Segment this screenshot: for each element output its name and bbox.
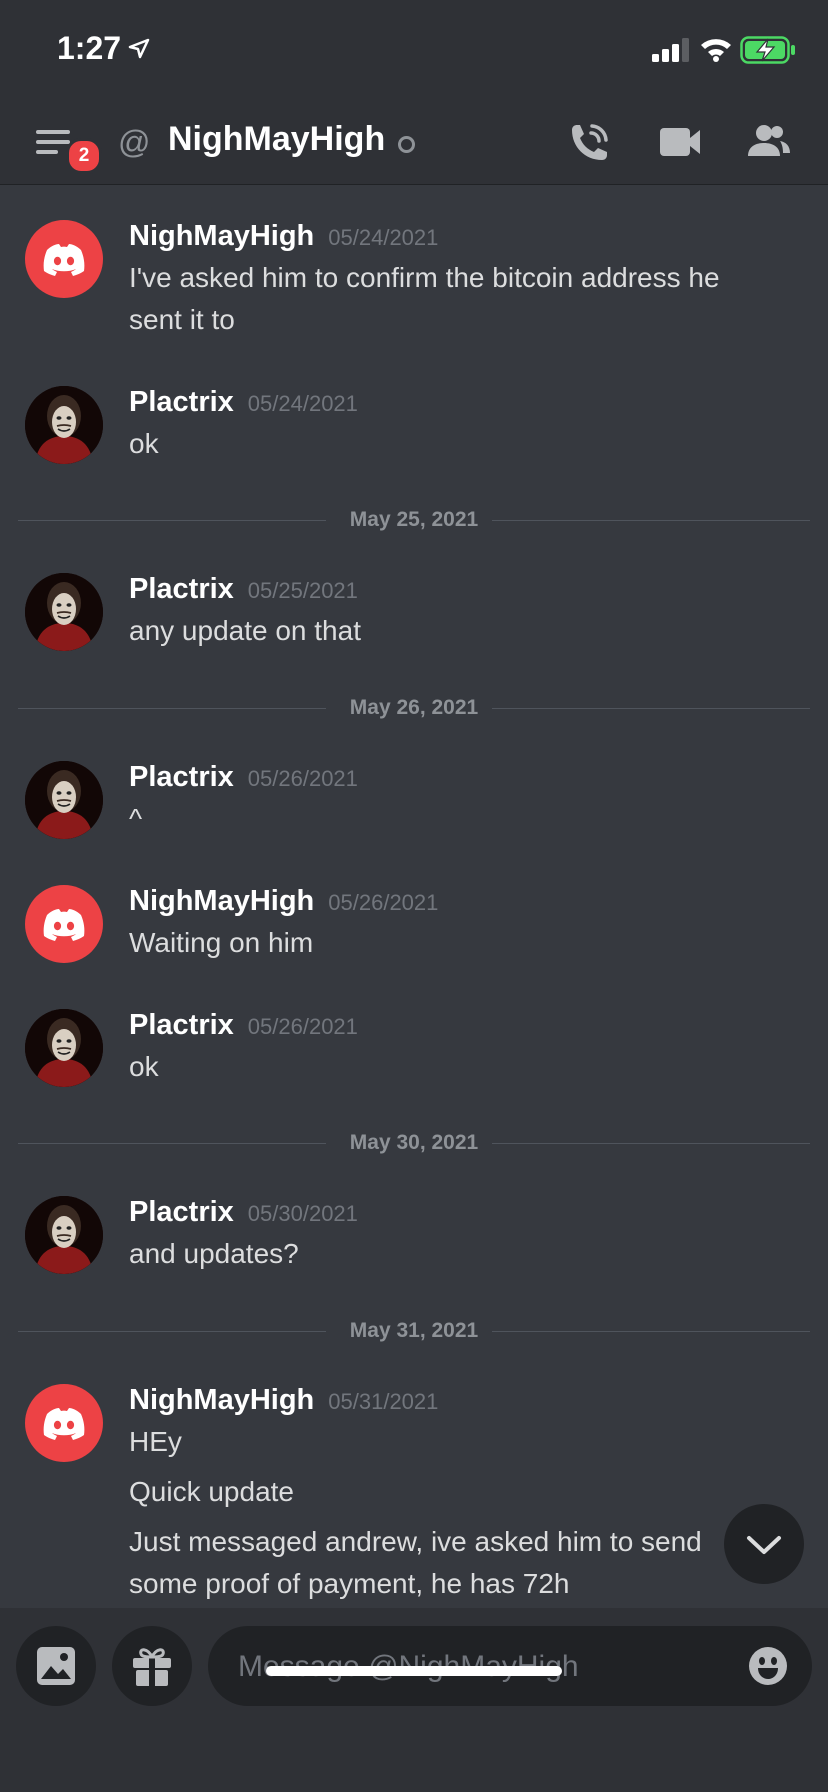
date-divider: May 26, 2021 <box>18 696 810 720</box>
message-timestamp: 05/24/2021 <box>328 225 439 250</box>
message-timestamp: 05/30/2021 <box>247 1201 358 1226</box>
message-timestamp: 05/25/2021 <box>247 578 358 603</box>
offline-status-icon <box>398 136 415 153</box>
masked-figure-avatar[interactable] <box>25 1196 103 1274</box>
masked-figure-avatar[interactable] <box>25 386 103 464</box>
message-author[interactable]: Plactrix 05/25/2021 <box>129 573 358 606</box>
discord-logo-icon[interactable] <box>25 1384 103 1462</box>
message-list[interactable]: NighMayHigh 05/24/2021 I've asked him to … <box>0 185 828 1608</box>
message-text: some proof of payment, he has 72h <box>129 1568 570 1599</box>
message-text: Just messaged andrew, ive asked him to s… <box>129 1526 702 1557</box>
message-timestamp: 05/26/2021 <box>247 1014 358 1039</box>
channel-title[interactable]: NighMayHigh <box>168 120 385 159</box>
battery-charging-icon <box>740 36 795 64</box>
message-text: Waiting on him <box>129 927 314 958</box>
chevron-down-icon <box>747 1536 781 1554</box>
date-divider: May 25, 2021 <box>18 508 810 532</box>
unread-badge: 2 <box>66 138 102 174</box>
voice-call-icon[interactable] <box>566 120 612 166</box>
message-author[interactable]: NighMayHigh 05/31/2021 <box>129 1384 438 1417</box>
image-icon <box>37 1647 75 1685</box>
cellular-signal-icon <box>652 38 689 62</box>
message-text: Quick update <box>129 1476 294 1507</box>
date-divider-label: May 30, 2021 <box>349 1131 479 1154</box>
message-timestamp: 05/26/2021 <box>328 890 439 915</box>
status-time: 1:27 <box>57 30 122 66</box>
channel-header: 2 @ NighMayHigh <box>0 100 828 185</box>
message-text: ok <box>129 1051 159 1082</box>
gift-icon <box>133 1648 171 1686</box>
message-text: I've asked him to confirm the bitcoin ad… <box>129 262 720 293</box>
masked-figure-avatar[interactable] <box>25 1009 103 1087</box>
message-composer <box>0 1608 828 1792</box>
message-text: HEy <box>129 1426 182 1457</box>
date-divider-label: May 31, 2021 <box>349 1319 479 1342</box>
message-author[interactable]: Plactrix 05/30/2021 <box>129 1196 358 1229</box>
home-indicator <box>266 1666 562 1676</box>
message-timestamp: 05/24/2021 <box>247 391 358 416</box>
date-divider-label: May 26, 2021 <box>349 696 479 719</box>
discord-logo-icon[interactable] <box>25 885 103 963</box>
message-text: ok <box>129 428 159 459</box>
members-icon[interactable] <box>744 122 792 162</box>
date-divider: May 30, 2021 <box>18 1131 810 1155</box>
message-timestamp: 05/26/2021 <box>247 766 358 791</box>
masked-figure-avatar[interactable] <box>25 761 103 839</box>
date-divider-label: May 25, 2021 <box>349 508 479 531</box>
emoji-icon[interactable] <box>748 1646 788 1686</box>
attach-image-button[interactable] <box>16 1626 96 1706</box>
message-author[interactable]: Plactrix 05/24/2021 <box>129 386 358 419</box>
gift-button[interactable] <box>112 1626 192 1706</box>
masked-figure-avatar[interactable] <box>25 573 103 651</box>
message-text: ^ <box>129 803 143 834</box>
wifi-icon <box>701 39 731 62</box>
jump-to-bottom-button[interactable] <box>724 1504 804 1584</box>
date-divider: May 31, 2021 <box>18 1319 810 1343</box>
message-text: and updates? <box>129 1238 299 1269</box>
message-text: any update on that <box>129 615 361 646</box>
message-author[interactable]: Plactrix 05/26/2021 <box>129 761 358 794</box>
message-text: sent it to <box>129 304 235 335</box>
message-timestamp: 05/31/2021 <box>328 1389 439 1414</box>
message-author[interactable]: NighMayHigh 05/24/2021 <box>129 220 438 253</box>
video-call-icon[interactable] <box>658 124 702 160</box>
status-bar: 1:27 <box>0 0 828 100</box>
message-author[interactable]: NighMayHigh 05/26/2021 <box>129 885 438 918</box>
message-author[interactable]: Plactrix 05/26/2021 <box>129 1009 358 1042</box>
at-icon: @ <box>118 124 151 160</box>
location-arrow-icon <box>128 38 150 59</box>
discord-logo-icon[interactable] <box>25 220 103 298</box>
